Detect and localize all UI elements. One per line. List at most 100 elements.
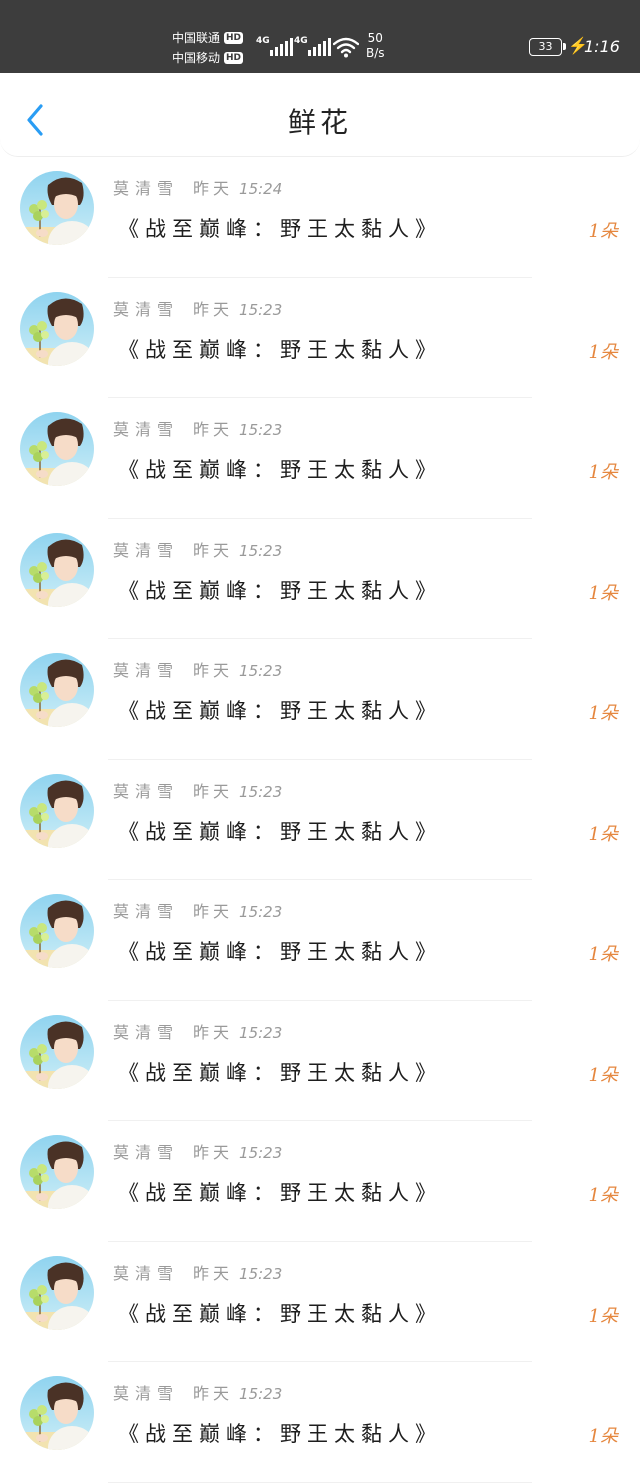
record-day: 昨天 — [193, 1384, 234, 1403]
list-item[interactable]: 莫清雪 昨天 15:23 《战至巅峰：野王太黏人》 1朵 — [0, 1001, 640, 1121]
book-title[interactable]: 《战至巅峰：野王太黏人》 — [118, 213, 442, 243]
record-day: 昨天 — [193, 902, 234, 921]
list-item[interactable]: 莫清雪 昨天 15:23 《战至巅峰：野王太黏人》 1朵 — [0, 519, 640, 639]
book-title[interactable]: 《战至巅峰：野王太黏人》 — [118, 1057, 442, 1087]
page-header: 鲜花 — [0, 73, 640, 157]
signal-bars-icon — [308, 38, 331, 56]
record-time: 15:23 — [239, 782, 283, 801]
avatar[interactable] — [20, 1376, 94, 1450]
avatar-illustration — [20, 532, 94, 607]
book-title[interactable]: 《战至巅峰：野王太黏人》 — [118, 1298, 442, 1328]
avatar[interactable] — [20, 894, 94, 968]
record-time: 15:23 — [239, 903, 283, 921]
record-meta: 莫清雪 昨天 15:23 — [113, 1019, 282, 1043]
book-title[interactable]: 《战至巅峰：野王太黏人》 — [118, 816, 442, 846]
record-day: 昨天 — [193, 1263, 234, 1283]
record-day: 昨天 — [193, 540, 234, 560]
record-day: 昨天 — [193, 781, 234, 801]
hd-badge-2: HD — [224, 52, 244, 64]
list-item[interactable]: 莫清雪 昨天 15:23 《战至巅峰：野王太黏人》 1朵 — [0, 1242, 640, 1362]
record-time: 15:23 — [239, 1264, 283, 1283]
flower-count: 1朵 — [588, 944, 618, 965]
page-title: 鲜花 — [287, 106, 352, 139]
avatar[interactable] — [20, 412, 94, 486]
avatar[interactable] — [20, 653, 94, 727]
list-item[interactable]: 莫清雪 昨天 15:23 《战至巅峰：野王太黏人》 1朵 — [0, 1362, 640, 1483]
record-time: 15:23 — [239, 541, 283, 560]
flower-count: 1朵 — [588, 582, 618, 604]
list-item[interactable]: 莫清雪 昨天 15:23 《战至巅峰：野王太黏人》 1朵 — [0, 880, 640, 1001]
avatar[interactable] — [20, 1014, 94, 1089]
book-title[interactable]: 《战至巅峰：野王太黏人》 — [118, 936, 442, 966]
flower-count: 1朵 — [588, 1064, 618, 1086]
flower-count: 1朵 — [588, 462, 618, 483]
speed-value: 50 — [367, 31, 383, 45]
avatar[interactable] — [20, 532, 94, 607]
flower-count: 1朵 — [588, 1305, 618, 1327]
record-time: 15:23 — [239, 1144, 283, 1162]
avatar[interactable] — [20, 773, 94, 848]
list-item[interactable]: 莫清雪 昨天 15:23 《战至巅峰：野王太黏人》 1朵 — [0, 639, 640, 760]
sender-name: 莫清雪 — [113, 1022, 180, 1042]
flower-record-list: 莫清雪 昨天 15:24 《战至巅峰：野王太黏人》 1朵 莫清雪 昨天 15:2… — [0, 157, 640, 1483]
record-meta: 莫清雪 昨天 15:23 — [113, 296, 282, 320]
sender-name: 莫清雪 — [113, 661, 180, 680]
avatar[interactable] — [20, 1135, 94, 1209]
list-item[interactable]: 莫清雪 昨天 15:23 《战至巅峰：野王太黏人》 1朵 — [0, 398, 640, 519]
flower-count: 1朵 — [588, 1426, 618, 1447]
sender-name: 莫清雪 — [113, 420, 180, 439]
book-title[interactable]: 《战至巅峰：野王太黏人》 — [118, 1418, 442, 1448]
book-title[interactable]: 《战至巅峰：野王太黏人》 — [118, 695, 442, 725]
network-type-1: 4G — [256, 36, 270, 46]
record-time: 15:24 — [239, 180, 283, 198]
flower-count: 1朵 — [588, 1185, 618, 1206]
record-time: 15:23 — [239, 662, 283, 680]
record-meta: 莫清雪 昨天 15:23 — [113, 778, 282, 802]
book-title[interactable]: 《战至巅峰：野王太黏人》 — [118, 1177, 442, 1207]
network-speed: 50 B/s — [366, 31, 385, 61]
record-time: 15:23 — [239, 300, 283, 319]
avatar[interactable] — [20, 291, 94, 366]
record-time: 15:23 — [239, 1023, 283, 1042]
record-day: 昨天 — [193, 1022, 234, 1042]
sender-name: 莫清雪 — [113, 540, 180, 560]
list-item[interactable]: 莫清雪 昨天 15:23 《战至巅峰：野王太黏人》 1朵 — [0, 278, 640, 398]
book-title[interactable]: 《战至巅峰：野王太黏人》 — [118, 454, 442, 484]
record-meta: 莫清雪 昨天 15:23 — [113, 416, 282, 440]
record-meta: 莫清雪 昨天 15:23 — [113, 537, 282, 561]
avatar-illustration — [20, 1376, 94, 1450]
status-bar: 中国联通 HD 中国移动 HD 4G 4G 50 B/s 33 ⚡ 1:16 — [0, 0, 640, 73]
book-title[interactable]: 《战至巅峰：野王太黏人》 — [118, 575, 442, 605]
hd-badge-1: HD — [224, 32, 244, 44]
carrier-info: 中国联通 HD 中国移动 HD — [172, 28, 244, 68]
flower-count: 1朵 — [588, 341, 618, 363]
wifi-icon — [333, 37, 359, 58]
book-title[interactable]: 《战至巅峰：野王太黏人》 — [118, 334, 442, 364]
avatar[interactable] — [20, 1255, 94, 1330]
avatar-illustration — [20, 171, 94, 245]
record-day: 昨天 — [193, 299, 234, 319]
carrier-name-2: 中国移动 — [172, 51, 221, 65]
avatar-illustration — [20, 894, 94, 968]
list-item[interactable]: 莫清雪 昨天 15:24 《战至巅峰：野王太黏人》 1朵 — [0, 157, 640, 278]
record-meta: 莫清雪 昨天 15:24 — [113, 175, 282, 199]
record-meta: 莫清雪 昨天 15:23 — [113, 657, 282, 681]
avatar-illustration — [20, 1135, 94, 1209]
flower-count: 1朵 — [588, 703, 618, 724]
avatar-illustration — [20, 1255, 94, 1330]
sender-name: 莫清雪 — [113, 902, 180, 921]
divider — [108, 1481, 532, 1483]
record-meta: 莫清雪 昨天 15:23 — [113, 1139, 282, 1163]
record-day: 昨天 — [193, 1143, 234, 1162]
list-item[interactable]: 莫清雪 昨天 15:23 《战至巅峰：野王太黏人》 1朵 — [0, 760, 640, 880]
sender-name: 莫清雪 — [113, 299, 180, 319]
signal-bars-icon — [270, 38, 293, 56]
network-type-2: 4G — [294, 36, 308, 46]
speed-unit: B/s — [366, 46, 385, 60]
flower-count: 1朵 — [588, 823, 618, 845]
avatar-illustration — [20, 773, 94, 848]
list-item[interactable]: 莫清雪 昨天 15:23 《战至巅峰：野王太黏人》 1朵 — [0, 1121, 640, 1242]
avatar[interactable] — [20, 171, 94, 245]
avatar-illustration — [20, 291, 94, 366]
avatar-illustration — [20, 1014, 94, 1089]
